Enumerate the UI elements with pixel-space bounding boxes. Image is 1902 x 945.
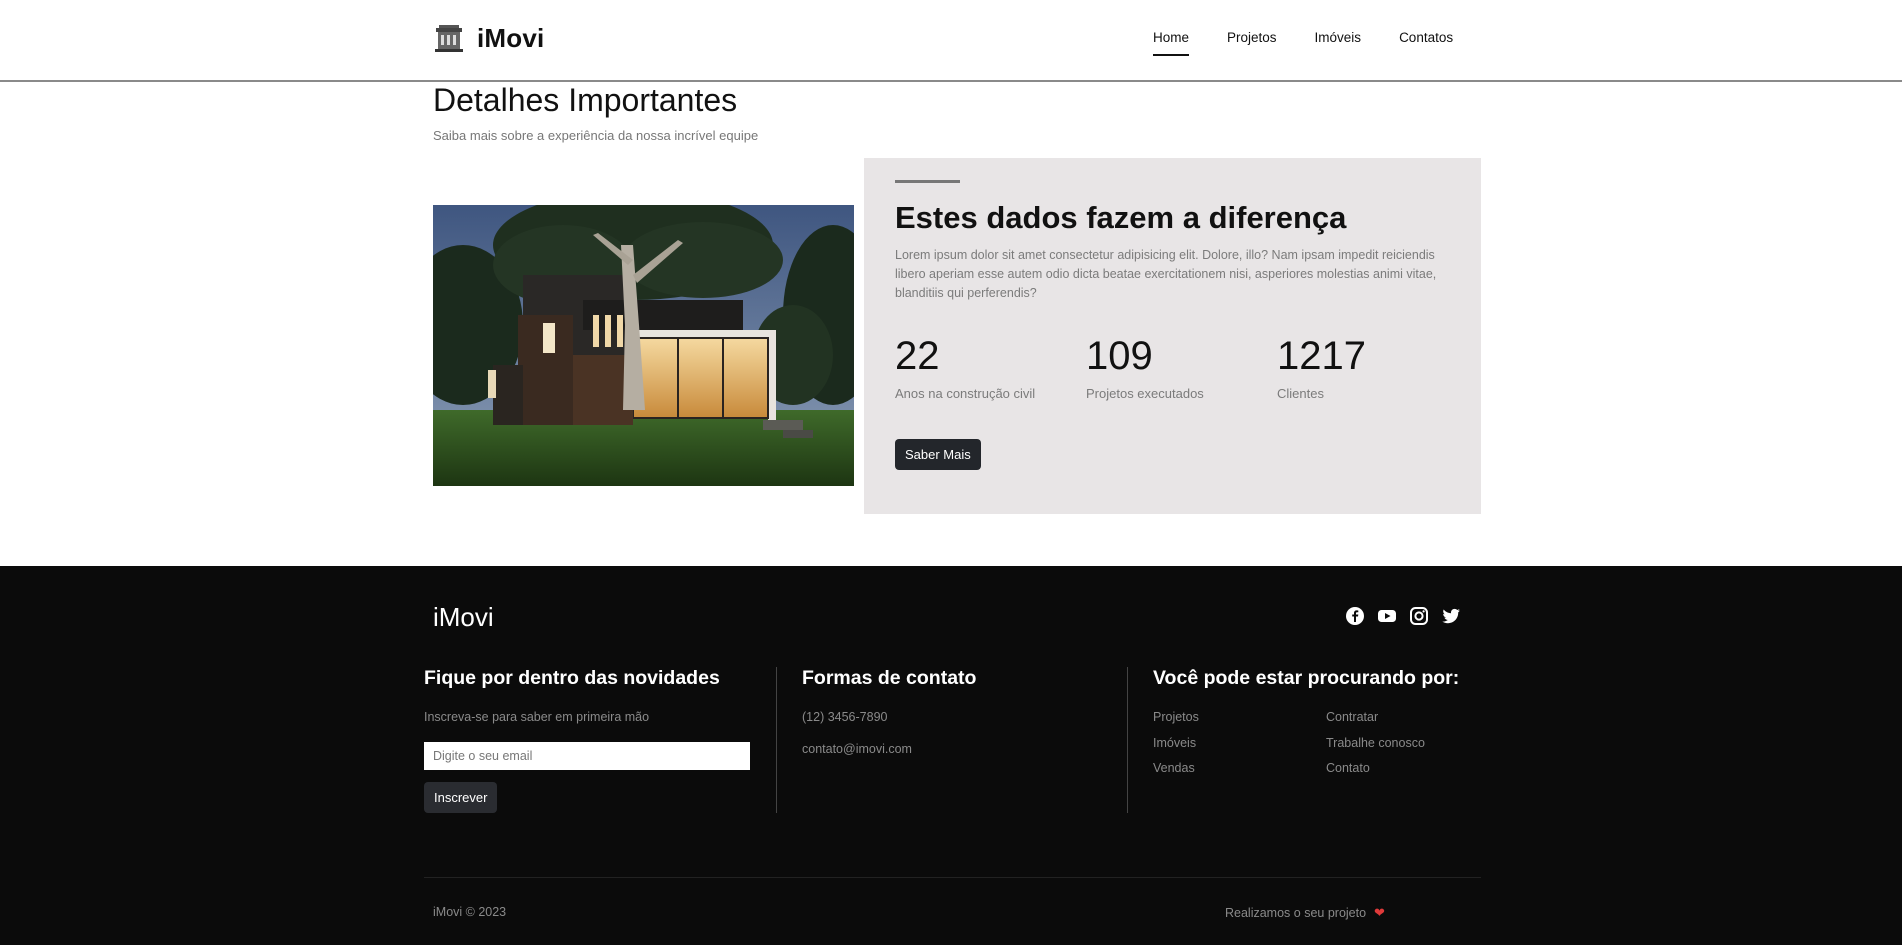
footer-link-imoveis[interactable]: Imóveis <box>1153 736 1196 750</box>
site-header: iMovi Home Projetos Imóveis Contatos <box>0 0 1902 82</box>
contact-phone[interactable]: (12) 3456-7890 <box>802 710 887 724</box>
stat-projects: 109 Projetos executados <box>1086 334 1204 401</box>
subscribe-button[interactable]: Inscrever <box>424 782 498 813</box>
stat-clients: 1217 Clientes <box>1277 334 1366 401</box>
stats-panel: Estes dados fazem a diferença Lorem ipsu… <box>864 158 1481 514</box>
footer-link-vendas[interactable]: Vendas <box>1153 761 1195 775</box>
twitter-icon[interactable] <box>1441 606 1461 626</box>
email-input[interactable] <box>424 742 750 770</box>
footer-tagline: Realizamos o seu projeto ❤ <box>1225 905 1385 921</box>
facebook-icon[interactable] <box>1345 606 1365 626</box>
tagline-text: Realizamos o seu projeto <box>1225 906 1367 920</box>
stat-label: Clientes <box>1277 386 1324 401</box>
footer-divider <box>424 877 1481 878</box>
main-nav: Home Projetos Imóveis Contatos <box>1153 30 1491 56</box>
stat-value: 22 <box>895 334 940 378</box>
panel-title: Estes dados fazem a diferença <box>895 200 1347 235</box>
youtube-icon[interactable] <box>1377 606 1397 626</box>
heart-icon: ❤ <box>1374 905 1385 920</box>
instagram-icon[interactable] <box>1409 606 1429 626</box>
column-divider <box>1127 667 1128 813</box>
house-photo <box>433 205 854 486</box>
nav-imoveis[interactable]: Imóveis <box>1315 30 1362 56</box>
brand-name: iMovi <box>477 22 545 53</box>
footer-brand[interactable]: iMovi <box>433 602 494 633</box>
contact-title: Formas de contato <box>802 667 977 689</box>
footer-link-contratar[interactable]: Contratar <box>1326 710 1378 724</box>
section-title: Detalhes Importantes <box>433 82 738 118</box>
newsletter-title: Fique por dentro das novidades <box>424 667 720 689</box>
panel-divider <box>895 180 960 183</box>
footer-link-projetos[interactable]: Projetos <box>1153 710 1199 724</box>
column-divider <box>776 667 777 813</box>
stat-value: 109 <box>1086 334 1153 378</box>
footer-link-contato[interactable]: Contato <box>1326 761 1370 775</box>
panel-description: Lorem ipsum dolor sit amet consectetur a… <box>895 248 1437 300</box>
stat-value: 1217 <box>1277 334 1366 378</box>
site-footer: iMovi Fique por dentro das novidades Ins… <box>0 566 1902 945</box>
nav-contatos[interactable]: Contatos <box>1399 30 1453 56</box>
copyright: iMovi © 2023 <box>433 905 507 919</box>
section-subtitle: Saiba mais sobre a experiência da nossa … <box>433 128 759 143</box>
nav-home[interactable]: Home <box>1153 30 1190 56</box>
links-title: Você pode estar procurando por: <box>1153 667 1460 689</box>
newsletter-text: Inscreva-se para saber em primeira mão <box>424 710 650 724</box>
stat-label: Anos na construção civil <box>895 386 1036 401</box>
building-icon <box>433 22 465 54</box>
saber-mais-button[interactable]: Saber Mais <box>895 439 981 470</box>
contact-email[interactable]: contato@imovi.com <box>802 742 912 756</box>
footer-link-trabalhe-conosco[interactable]: Trabalhe conosco <box>1326 736 1425 750</box>
brand[interactable]: iMovi <box>433 22 544 54</box>
stat-label: Projetos executados <box>1086 386 1204 401</box>
social-links <box>1345 606 1461 626</box>
stat-years: 22 Anos na construção civil <box>895 334 1035 401</box>
nav-projetos[interactable]: Projetos <box>1227 30 1277 56</box>
